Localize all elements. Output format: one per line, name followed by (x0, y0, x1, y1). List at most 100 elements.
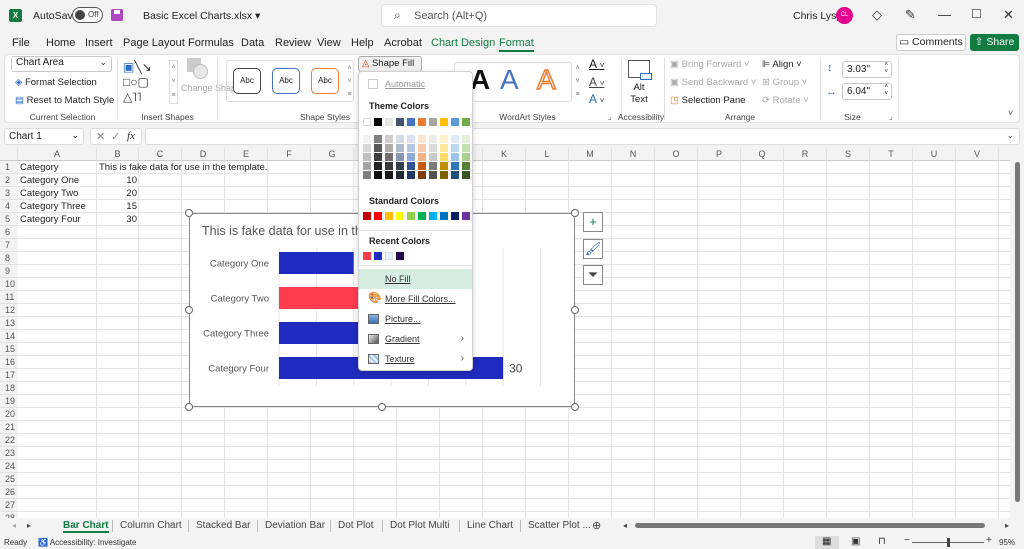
tab-insert[interactable]: Insert (85, 37, 113, 49)
maximize-icon[interactable]: ☐ (971, 7, 982, 21)
column-header[interactable]: C (139, 148, 182, 161)
column-header[interactable]: D (182, 148, 225, 161)
theme-tint-swatch[interactable] (363, 153, 371, 161)
resize-handle-top-right[interactable] (571, 209, 579, 217)
name-box[interactable]: Chart 1 ⌄ (4, 128, 84, 145)
automatic-option[interactable]: Automatic (359, 74, 472, 94)
theme-tint-swatch[interactable] (462, 162, 470, 170)
shapes-gallery-scroll[interactable]: ˄ ˅ ≡ (169, 60, 178, 104)
spinner-icon[interactable]: ˄ ˅ (884, 62, 888, 76)
theme-tint-swatch[interactable] (385, 135, 393, 143)
recent-color-swatch[interactable] (396, 252, 404, 260)
row-header[interactable]: 12 (0, 304, 18, 317)
standard-color-swatch[interactable] (462, 212, 470, 220)
tab-formulas[interactable]: Formulas (188, 37, 234, 49)
texture-option[interactable]: Texture › (359, 349, 472, 369)
sheet-tab[interactable]: Column Chart (120, 520, 182, 531)
shapes-gallery[interactable]: ▣╲↘ □○▢ △˥˥ (123, 60, 173, 104)
cell-a3[interactable]: Category Two (18, 187, 80, 200)
row-header[interactable]: 23 (0, 447, 18, 460)
row-header[interactable]: 19 (0, 395, 18, 408)
cell-b3[interactable]: 20 (97, 187, 139, 200)
row-header[interactable]: 14 (0, 330, 18, 343)
row-header[interactable]: 24 (0, 460, 18, 473)
zoom-out-icon[interactable]: − (904, 535, 910, 546)
column-header[interactable]: A (18, 148, 97, 161)
theme-tint-swatch[interactable] (440, 162, 448, 170)
standard-color-swatch[interactable] (418, 212, 426, 220)
text-outline-button[interactable]: A ˅ (589, 75, 604, 89)
cell-b1[interactable]: This is fake data for use in the templat… (97, 161, 269, 174)
column-header[interactable]: T (870, 148, 913, 161)
category-label[interactable]: Category Two (211, 294, 269, 305)
sheet-tab[interactable]: Line Chart (467, 520, 513, 531)
dialog-launcher-icon[interactable]: ⌟ (889, 112, 893, 121)
column-header[interactable]: N (612, 148, 655, 161)
row-header[interactable]: 11 (0, 291, 18, 304)
resize-handle-bottom-left[interactable] (185, 403, 193, 411)
column-header[interactable]: F (268, 148, 311, 161)
category-label[interactable]: Category Three (203, 329, 269, 340)
standard-color-swatch[interactable] (396, 212, 404, 220)
theme-tint-swatch[interactable] (407, 135, 415, 143)
row-header[interactable]: 17 (0, 369, 18, 382)
theme-tint-swatch[interactable] (451, 153, 459, 161)
share-button[interactable]: ⇧ Share (970, 34, 1019, 51)
category-label[interactable]: Category Four (208, 364, 269, 375)
row-header[interactable]: 10 (0, 278, 18, 291)
tab-data[interactable]: Data (241, 37, 264, 49)
scroll-tabs-left-icon[interactable]: ◂ (12, 521, 16, 530)
format-selection-button[interactable]: ◈ Format Selection (15, 77, 97, 88)
selection-pane-button[interactable]: ◳ Selection Pane (670, 95, 746, 106)
theme-color-swatch[interactable] (418, 118, 426, 126)
data-label[interactable]: 30 (509, 362, 523, 376)
tab-view[interactable]: View (317, 37, 341, 49)
avatar[interactable]: CL (836, 7, 853, 24)
hscroll-right-icon[interactable]: ▸ (1005, 521, 1009, 530)
recent-color-swatch[interactable] (363, 252, 371, 260)
theme-color-swatch[interactable] (363, 118, 371, 126)
file-name[interactable]: Basic Excel Charts.xlsx ▾ (143, 10, 260, 22)
cell-a1[interactable]: Category (18, 161, 61, 174)
pen-icon[interactable]: ✎ (905, 7, 916, 23)
shape-style-1[interactable]: Abc (233, 68, 261, 94)
cell-a4[interactable]: Category Three (18, 200, 88, 213)
row-header[interactable]: 22 (0, 434, 18, 447)
theme-tint-swatch[interactable] (374, 153, 382, 161)
column-header[interactable]: B (97, 148, 139, 161)
shape-styles-scroll[interactable]: ˄ ˅ ≡ (345, 62, 354, 102)
comments-button[interactable]: ▭ Comments (896, 34, 966, 51)
chart-elements-button[interactable]: + (583, 212, 603, 232)
sheet-tab[interactable]: Deviation Bar (265, 520, 325, 531)
vertical-scroll-thumb[interactable] (1015, 162, 1020, 502)
sheet-tab[interactable]: Dot Plot (338, 520, 374, 531)
column-header[interactable]: P (698, 148, 741, 161)
theme-tint-swatch[interactable] (418, 162, 426, 170)
theme-tint-swatch[interactable] (462, 144, 470, 152)
standard-color-swatch[interactable] (440, 212, 448, 220)
dialog-launcher-icon[interactable]: ⌟ (608, 112, 612, 121)
theme-tint-swatch[interactable] (385, 171, 393, 179)
theme-tint-swatch[interactable] (396, 153, 404, 161)
standard-color-swatch[interactable] (363, 212, 371, 220)
arrow-shape-icon[interactable]: ↘ (142, 60, 152, 74)
theme-color-swatch[interactable] (385, 118, 393, 126)
theme-tint-swatch[interactable] (418, 144, 426, 152)
resize-handle-left[interactable] (185, 306, 193, 314)
theme-tint-swatch[interactable] (363, 144, 371, 152)
close-icon[interactable]: ✕ (1003, 7, 1014, 23)
theme-tint-swatch[interactable] (396, 144, 404, 152)
theme-tint-swatch[interactable] (396, 135, 404, 143)
theme-tint-swatch[interactable] (418, 153, 426, 161)
theme-color-swatch[interactable] (396, 118, 404, 126)
text-box-shape-icon[interactable]: ▣ (123, 60, 134, 74)
column-header[interactable]: K (483, 148, 526, 161)
theme-color-swatch[interactable] (440, 118, 448, 126)
scroll-tabs-right-icon[interactable]: ▸ (27, 521, 31, 530)
normal-view-button[interactable]: ▦ (815, 536, 839, 549)
select-all-corner[interactable] (0, 148, 18, 161)
add-sheet-icon[interactable]: ⊕ (592, 519, 601, 532)
tab-acrobat[interactable]: Acrobat (384, 37, 422, 49)
column-header[interactable]: Q (741, 148, 784, 161)
row-header[interactable]: 2 (0, 174, 18, 187)
